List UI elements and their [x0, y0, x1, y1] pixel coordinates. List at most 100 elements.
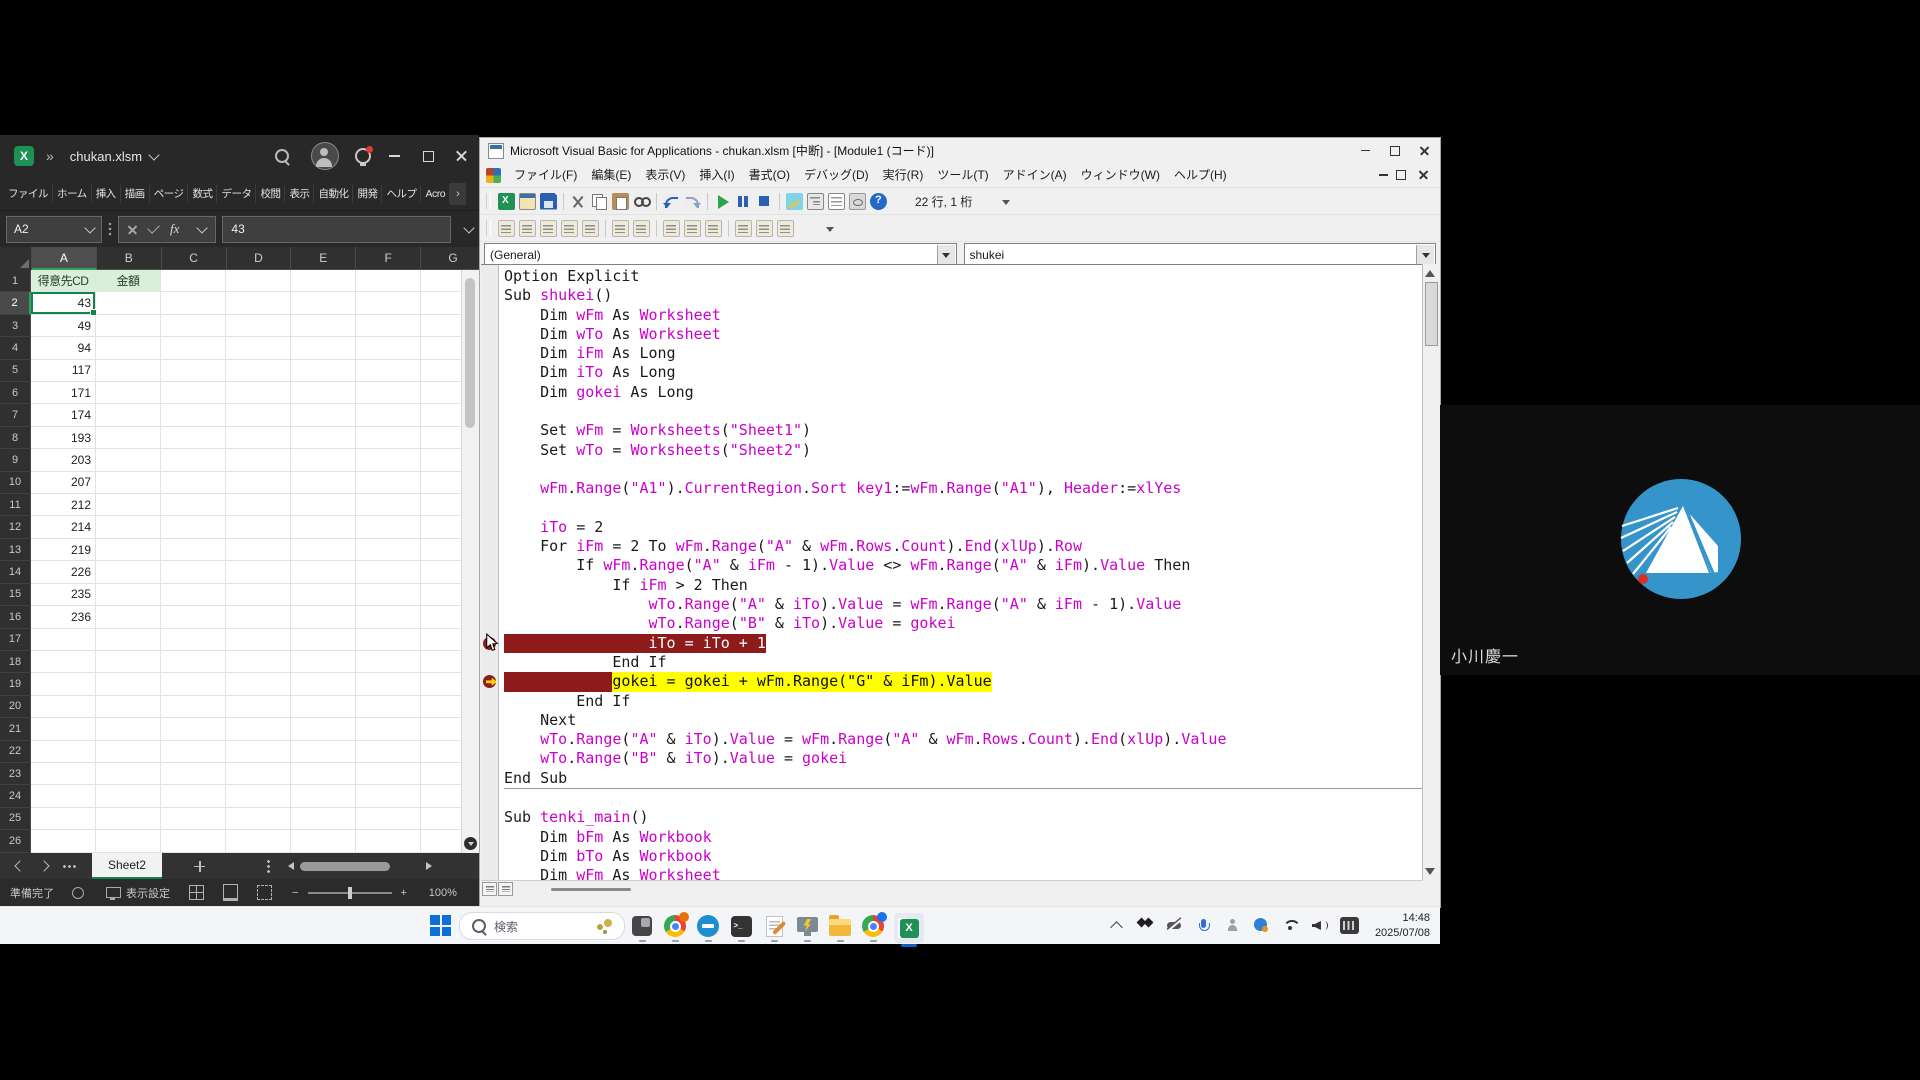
code-line-21[interactable]: End If	[504, 653, 1423, 672]
code-line-26[interactable]: wTo.Range("B" & iTo).Value = gokei	[504, 749, 1423, 768]
code-vertical-scrollbar[interactable]	[1422, 264, 1439, 881]
cell-F20[interactable]	[356, 696, 421, 718]
code-line-6[interactable]: Dim iTo As Long	[504, 363, 1423, 382]
list-properties-icon[interactable]	[498, 220, 515, 237]
full-module-view-icon[interactable]	[498, 882, 513, 896]
row-header-24[interactable]: 24	[0, 785, 31, 807]
tab-bar-menu-icon[interactable]	[267, 859, 270, 873]
cell-C3[interactable]	[161, 315, 226, 337]
cell-F13[interactable]	[356, 539, 421, 561]
column-header-C[interactable]: C	[162, 247, 227, 270]
breakpoint-margin[interactable]	[481, 265, 499, 881]
cell-F15[interactable]	[356, 584, 421, 606]
vbe-menu-実行(R)[interactable]: 実行(R)	[876, 165, 931, 185]
cell-B8[interactable]	[96, 427, 161, 449]
code-line-4[interactable]: Dim wTo As Worksheet	[504, 325, 1423, 344]
column-header-D[interactable]: D	[227, 247, 292, 270]
comment-block-icon[interactable]	[684, 220, 701, 237]
cell-E26[interactable]	[291, 830, 356, 852]
tray-expand-icon[interactable]	[1108, 917, 1125, 934]
cell-B6[interactable]	[96, 382, 161, 404]
cell-C14[interactable]	[161, 561, 226, 583]
display-settings-icon[interactable]	[106, 887, 121, 898]
scroll-up-icon[interactable]	[1425, 265, 1435, 277]
enter-icon[interactable]	[147, 221, 160, 234]
column-header-B[interactable]: B	[97, 247, 162, 270]
design-mode-icon[interactable]	[786, 193, 803, 210]
code-line-9[interactable]: Set wFm = Worksheets("Sheet1")	[504, 421, 1423, 440]
code-line-15[interactable]: For iFm = 2 To wFm.Range("A" & wFm.Rows.…	[504, 537, 1423, 556]
cell-E22[interactable]	[291, 741, 356, 763]
outdent-icon[interactable]	[633, 220, 650, 237]
cell-E7[interactable]	[291, 404, 356, 426]
cell-F3[interactable]	[356, 315, 421, 337]
minimize-button[interactable]	[377, 135, 411, 177]
vbe-menu-編集(E)[interactable]: 編集(E)	[584, 165, 638, 185]
cell-C26[interactable]	[161, 830, 226, 852]
sheet-grid[interactable]: 1得意先CD金額24334949451176171717481939203102…	[0, 270, 479, 853]
cell-F5[interactable]	[356, 360, 421, 382]
search-icon[interactable]	[275, 149, 289, 163]
column-header-G[interactable]: G	[421, 247, 479, 270]
taskbar-search[interactable]: 検索	[459, 912, 625, 940]
toggle-bookmark-icon[interactable]	[735, 220, 752, 237]
procedure-view-icon[interactable]	[482, 882, 497, 896]
cell-C8[interactable]	[161, 427, 226, 449]
ribbon-tab-ホーム[interactable]: ホーム	[53, 185, 92, 203]
cell-A1[interactable]: 得意先CD	[31, 270, 96, 292]
vbe-menu-デバッグ(D)[interactable]: デバッグ(D)	[797, 165, 876, 185]
page-break-view-icon[interactable]	[257, 885, 272, 900]
cell-E10[interactable]	[291, 472, 356, 494]
cell-B24[interactable]	[96, 785, 161, 807]
cell-B3[interactable]	[96, 315, 161, 337]
code-line-16[interactable]: If wFm.Range("A" & iFm - 1).Value <> wFm…	[504, 556, 1423, 575]
cell-D21[interactable]	[226, 718, 291, 740]
cell-A11[interactable]: 212	[31, 494, 96, 516]
zoom-out-icon[interactable]: −	[292, 887, 298, 899]
cell-B2[interactable]	[96, 292, 161, 314]
volume-icon[interactable]	[1311, 917, 1328, 934]
row-header-10[interactable]: 10	[0, 472, 31, 494]
procedure-dropdown-chevron-icon[interactable]	[1416, 245, 1434, 265]
cell-A23[interactable]	[31, 763, 96, 785]
excel-app-icon[interactable]: X	[14, 146, 34, 166]
cell-F8[interactable]	[356, 427, 421, 449]
cell-C23[interactable]	[161, 763, 226, 785]
cell-F21[interactable]	[356, 718, 421, 740]
cell-E18[interactable]	[291, 651, 356, 673]
row-header-20[interactable]: 20	[0, 696, 31, 718]
cell-B5[interactable]	[96, 360, 161, 382]
cell-F2[interactable]	[356, 292, 421, 314]
wifi-icon[interactable]	[1282, 917, 1299, 934]
close-button[interactable]	[445, 135, 479, 177]
cell-D4[interactable]	[226, 337, 291, 359]
cell-A17[interactable]	[31, 629, 96, 651]
row-header-9[interactable]: 9	[0, 449, 31, 471]
code-line-1[interactable]: Option Explicit	[504, 267, 1423, 286]
cell-E19[interactable]	[291, 673, 356, 695]
new-sheet-icon[interactable]	[194, 861, 205, 872]
ribbon-tab-数式[interactable]: 数式	[188, 185, 217, 203]
ribbon-tab-ファイル[interactable]: ファイル	[4, 185, 53, 203]
cell-D6[interactable]	[226, 382, 291, 404]
scrollbar-thumb[interactable]	[465, 278, 475, 428]
ribbon-tab-表示[interactable]: 表示	[285, 185, 314, 203]
cell-C6[interactable]	[161, 382, 226, 404]
cell-D15[interactable]	[226, 584, 291, 606]
row-header-11[interactable]: 11	[0, 494, 31, 516]
hscroll-thumb[interactable]	[551, 888, 631, 891]
cell-A6[interactable]: 171	[31, 382, 96, 404]
cell-E9[interactable]	[291, 449, 356, 471]
complete-word-icon[interactable]	[582, 220, 599, 237]
find-icon[interactable]	[633, 193, 650, 210]
cell-D1[interactable]	[226, 270, 291, 292]
taskbar-app-explorer[interactable]	[828, 913, 852, 939]
cell-C2[interactable]	[161, 292, 226, 314]
mdi-minimize-button[interactable]	[1375, 165, 1392, 185]
column-header-A[interactable]: A	[32, 247, 97, 270]
ribbon-tab-挿入[interactable]: 挿入	[92, 185, 121, 203]
cell-A21[interactable]	[31, 718, 96, 740]
select-all-corner[interactable]	[0, 247, 32, 271]
cell-B10[interactable]	[96, 472, 161, 494]
row-header-25[interactable]: 25	[0, 808, 31, 830]
